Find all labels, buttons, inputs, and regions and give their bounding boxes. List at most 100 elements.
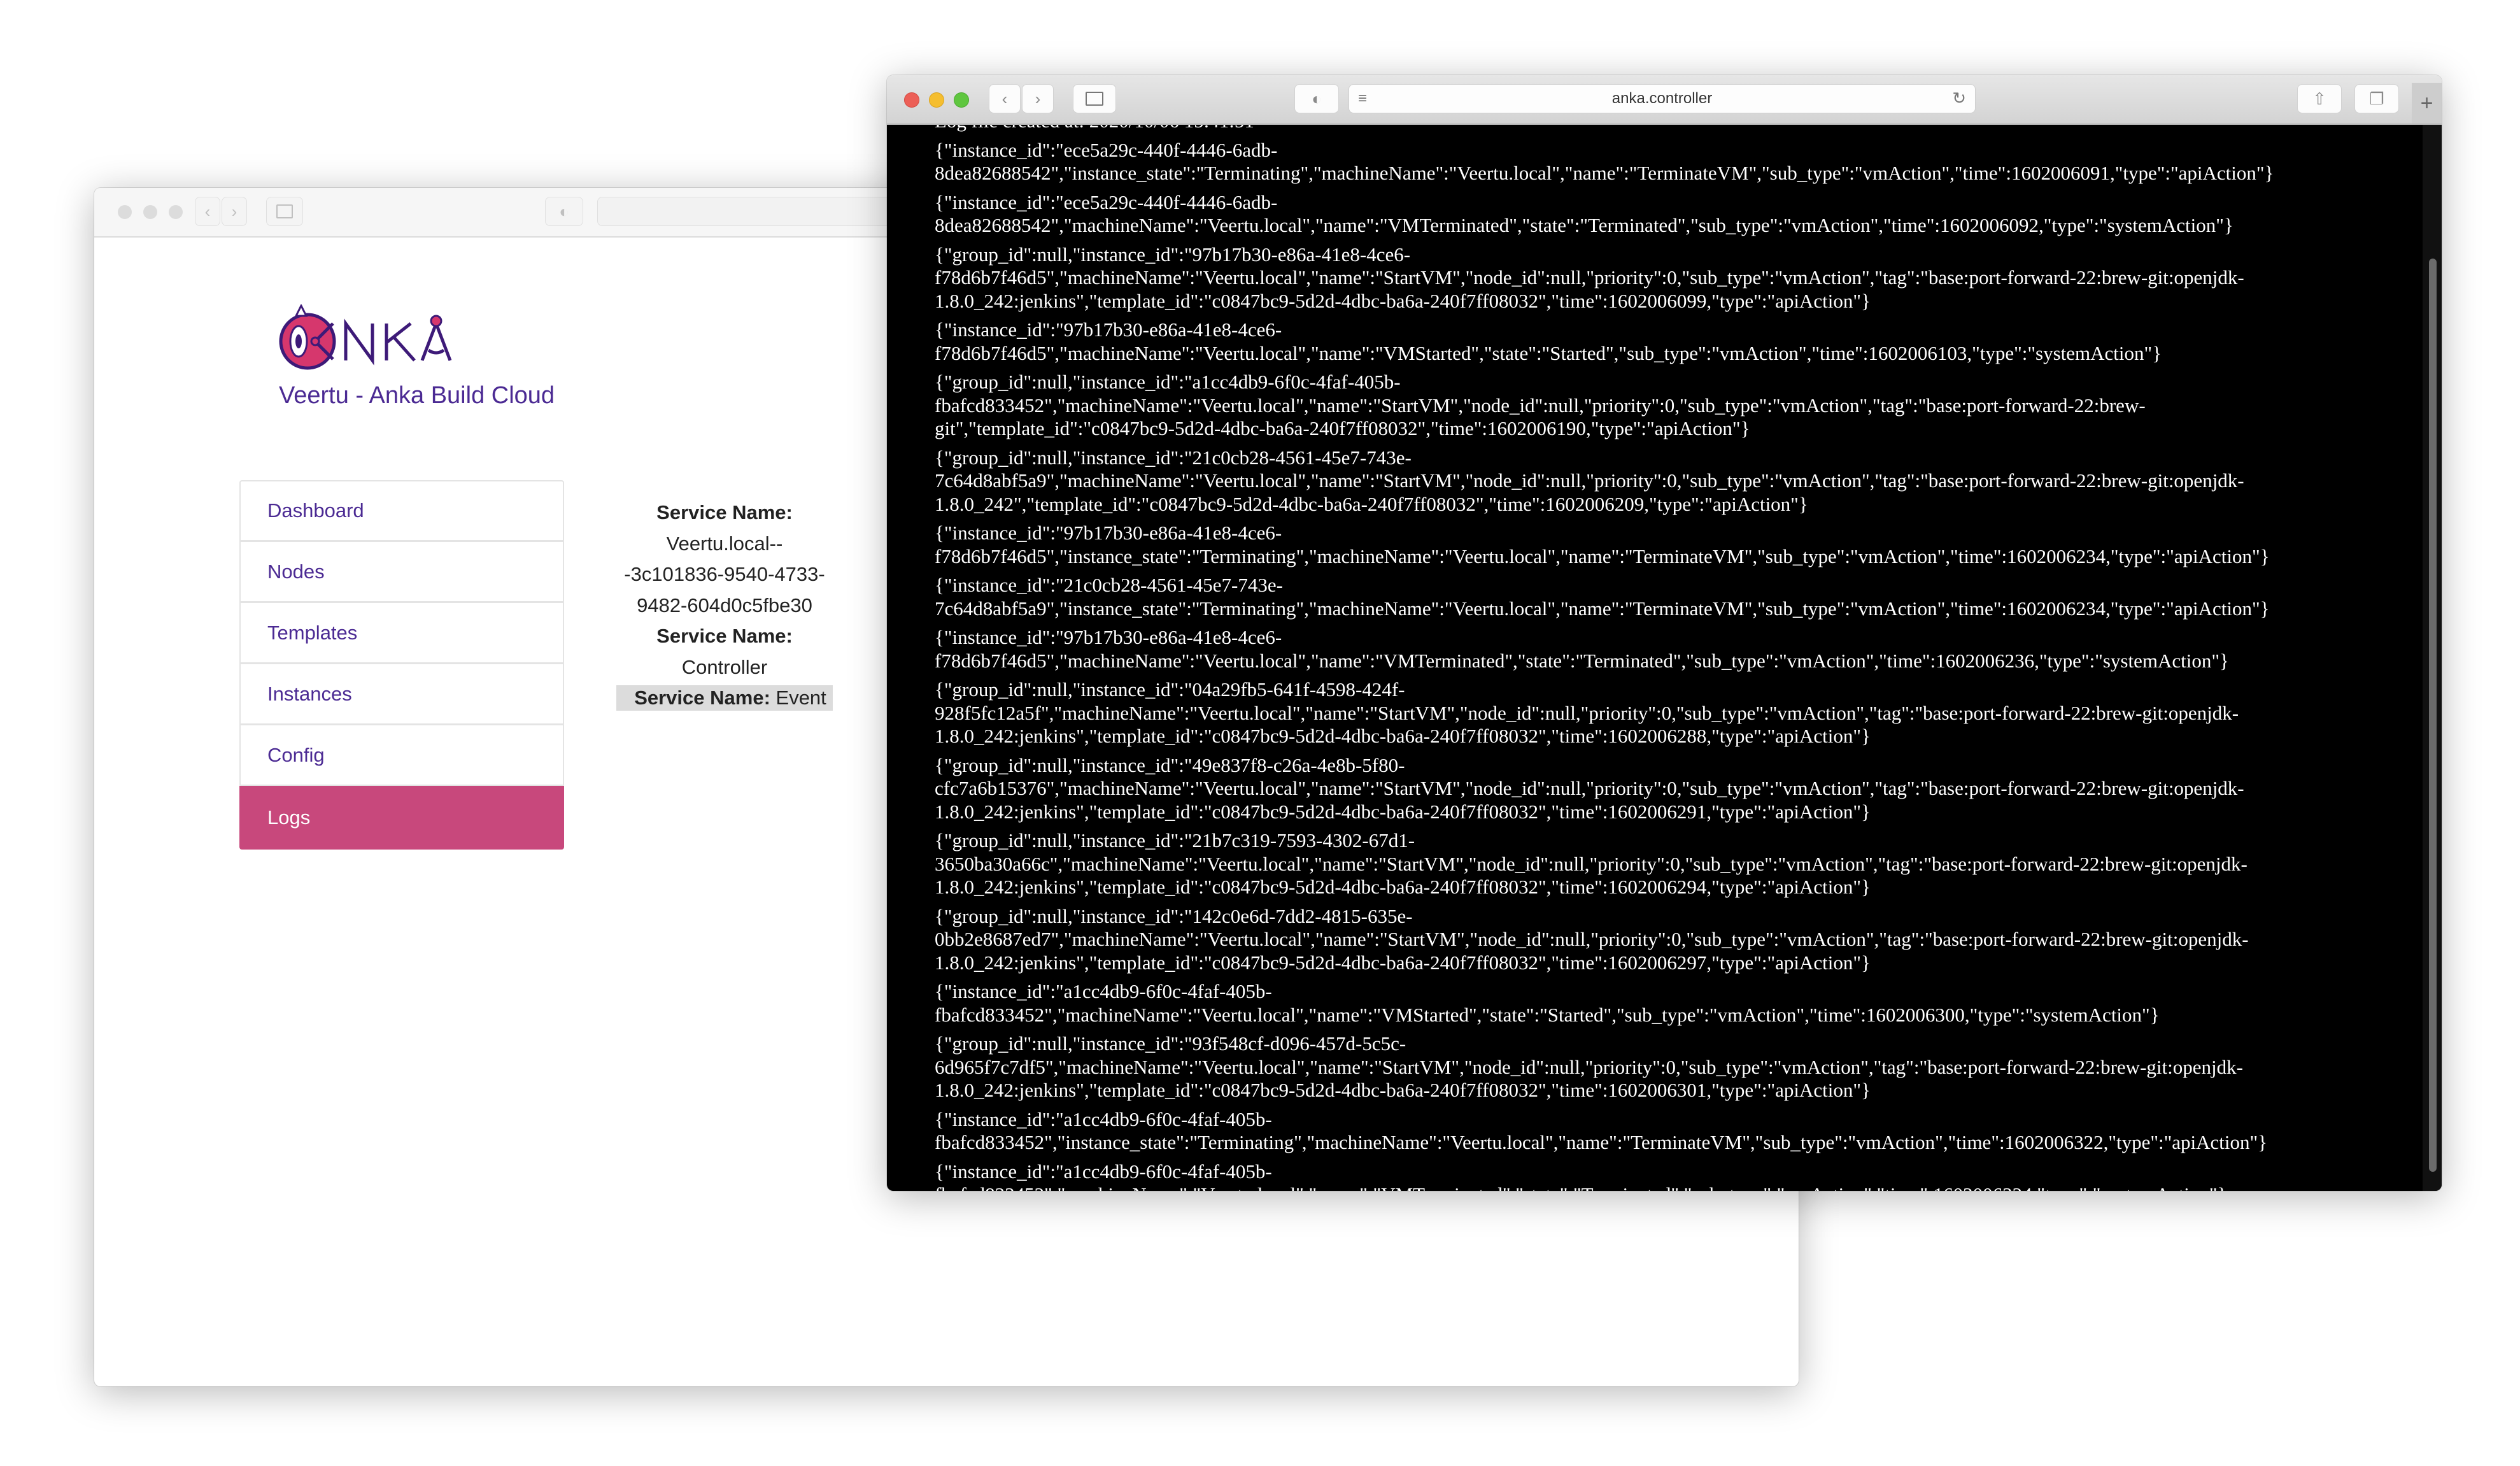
nav-item-dashboard[interactable]: Dashboard (239, 480, 564, 541)
log-line: 8dea82688542","machineName":"Veertu.loca… (935, 214, 2233, 236)
nav-item-instances[interactable]: Instances (239, 664, 564, 725)
log-line: f78d6b7f46d5","machineName":"Veertu.loca… (935, 266, 2244, 288)
share-icon: ⇧ (2312, 89, 2326, 108)
log-entry: {"instance_id":"ece5a29c-440f-4446-6adb-… (935, 139, 2274, 185)
log-line: {"instance_id":"97b17b30-e86a-41e8-4ce6- (935, 318, 1282, 341)
nav-item-nodes[interactable]: Nodes (239, 541, 564, 602)
log-line: 1.8.0_242:jenkins","template_id":"c0847b… (935, 876, 1871, 898)
sidebar-toggle-button[interactable] (266, 197, 303, 226)
service-list: Service Name: Veertu.local-- -3c101836-9… (600, 497, 849, 714)
log-line: 1.8.0_242:jenkins","template_id":"c0847b… (935, 289, 1871, 312)
sidebar-toggle-button[interactable] (1073, 84, 1116, 113)
log-line: {"group_id":null,"instance_id":"97b17b30… (935, 243, 1411, 266)
chevron-left-icon: ‹ (204, 201, 211, 221)
log-line: {"instance_id":"ece5a29c-440f-4446-6adb- (935, 190, 1278, 213)
chevron-right-icon: › (231, 201, 237, 221)
log-entry: {"group_id":null,"instance_id":"93f548cf… (935, 1032, 2274, 1102)
log-line: {"group_id":null,"instance_id":"21b7c319… (935, 829, 1415, 851)
forward-button[interactable]: › (222, 197, 247, 226)
new-tab-button[interactable]: + (2412, 83, 2442, 124)
log-line: fbafcd833452","machineName":"Veertu.loca… (935, 1003, 2160, 1026)
log-line: 1.8.0_242:jenkins","template_id":"c0847b… (935, 725, 1871, 747)
shield-icon: ◐ (559, 201, 569, 221)
log-line: 6d965f7c7df5","machineName":"Veertu.loca… (935, 1055, 2243, 1078)
log-entry: {"instance_id":"a1cc4db9-6f0c-4faf-405b-… (935, 1108, 2274, 1155)
service-value: Veertu.local-- -3c101836-9540-4733- 9482… (624, 532, 825, 616)
scrollbar[interactable] (2423, 125, 2442, 1191)
nav-item-config[interactable]: Config (239, 725, 564, 786)
log-line: {"instance_id":"97b17b30-e86a-41e8-4ce6- (935, 626, 1282, 648)
log-line: {"group_id":null,"instance_id":"142c0e6d… (935, 904, 1413, 927)
service-item[interactable]: Service Name: Veertu.local-- -3c101836-9… (600, 497, 849, 621)
service-label: Service Name: (656, 625, 793, 647)
privacy-report-button[interactable]: ◐ (545, 197, 583, 226)
log-line: f78d6b7f46d5","machineName":"Veertu.loca… (935, 649, 2229, 672)
tabs-overview-button[interactable]: ❐ (2354, 84, 2399, 113)
close-window-button[interactable] (118, 205, 132, 219)
zoom-window-button[interactable] (954, 92, 969, 108)
service-item[interactable]: Service Name: Controller (600, 621, 849, 683)
log-line: 7c64d8abf5a9","machineName":"Veertu.loca… (935, 469, 2244, 492)
log-line: fbafcd833452","machineName":"Veertu.loca… (935, 1183, 2274, 1191)
address-bar[interactable]: ≡ anka.controller ↻ (1348, 84, 1976, 113)
service-item-selected[interactable]: Service Name: Event (616, 685, 833, 711)
log-line: {"group_id":null,"instance_id":"93f548cf… (935, 1032, 1406, 1055)
chevron-left-icon: ‹ (1002, 89, 1008, 108)
log-line: 928f5fc12a5f","machineName":"Veertu.loca… (935, 701, 2239, 724)
log-line: {"group_id":null,"instance_id":"04a29fb5… (935, 678, 1405, 701)
log-entry: {"instance_id":"97b17b30-e86a-41e8-4ce6-… (935, 318, 2274, 365)
log-entry: {"group_id":null,"instance_id":"97b17b30… (935, 243, 2274, 313)
share-button[interactable]: ⇧ (2297, 84, 2342, 113)
back-button[interactable]: ‹ (195, 197, 220, 226)
log-line: fbafcd833452","machineName":"Veertu.loca… (935, 394, 2146, 416)
log-line: 7c64d8abf5a9","instance_state":"Terminat… (935, 597, 2270, 620)
log-line: {"instance_id":"a1cc4db9-6f0c-4faf-405b- (935, 1107, 1272, 1130)
forward-button[interactable]: › (1022, 84, 1054, 113)
log-line: {"group_id":null,"instance_id":"21c0cb28… (935, 446, 1412, 469)
log-line: {"group_id":null,"instance_id":"49e837f8… (935, 753, 1405, 776)
log-line: {"instance_id":"21c0cb28-4561-45e7-743e- (935, 574, 1283, 596)
log-line: 0bb2e8687ed7","machineName":"Veertu.loca… (935, 928, 2249, 950)
shield-icon: ◐ (1312, 89, 1322, 108)
log-line: fbafcd833452","instance_state":"Terminat… (935, 1131, 2268, 1153)
privacy-report-button[interactable]: ◐ (1294, 84, 1339, 113)
tabs-icon: ❐ (2369, 89, 2384, 108)
reload-icon[interactable]: ↻ (1952, 89, 1966, 108)
log-line: cfc7a6b15376","machineName":"Veertu.loca… (935, 777, 2244, 799)
log-line: {"instance_id":"97b17b30-e86a-41e8-4ce6- (935, 522, 1282, 544)
service-value: Controller (681, 655, 768, 678)
log-entry: {"instance_id":"21c0cb28-4561-45e7-743e-… (935, 574, 2274, 620)
log-entry: {"group_id":null,"instance_id":"a1cc4db9… (935, 371, 2274, 441)
log-entry: {"group_id":null,"instance_id":"04a29fb5… (935, 678, 2274, 748)
log-line: 8dea82688542","instance_state":"Terminat… (935, 162, 2274, 184)
close-window-button[interactable] (904, 92, 919, 108)
log-line: 1.8.0_242:jenkins","template_id":"c0847b… (935, 800, 1871, 823)
log-viewer: Log file created at: 2020/10/06 15:41:51… (887, 125, 2442, 1191)
nav-item-templates[interactable]: Templates (239, 602, 564, 664)
scrollbar-thumb[interactable] (2429, 259, 2437, 1172)
log-text: Log file created at: 2020/10/06 15:41:51… (935, 125, 2274, 1191)
log-line: {"instance_id":"a1cc4db9-6f0c-4faf-405b- (935, 1160, 1272, 1183)
log-header: Log file created at: 2020/10/06 15:41:51 (935, 125, 2274, 133)
sidebar-icon (1086, 92, 1103, 106)
sidebar-nav: Dashboard Nodes Templates Instances Conf… (239, 480, 564, 850)
zoom-window-button[interactable] (169, 205, 183, 219)
log-line: f78d6b7f46d5","machineName":"Veertu.loca… (935, 341, 2162, 364)
back-button[interactable]: ‹ (989, 84, 1021, 113)
log-entry: {"group_id":null,"instance_id":"21c0cb28… (935, 446, 2274, 516)
service-label: Service Name: (634, 687, 770, 709)
log-entry: {"group_id":null,"instance_id":"142c0e6d… (935, 905, 2274, 975)
log-line: f78d6b7f46d5","instance_state":"Terminat… (935, 544, 2270, 567)
minimize-window-button[interactable] (929, 92, 944, 108)
anka-logo (279, 304, 452, 370)
nav-item-logs[interactable]: Logs (239, 786, 564, 850)
log-line: 3650ba30a66c","machineName":"Veertu.loca… (935, 852, 2247, 875)
service-value: Event (775, 687, 826, 709)
log-line: {"instance_id":"ece5a29c-440f-4446-6adb- (935, 138, 1278, 161)
browser-toolbar: ‹ › ◐ ≡ anka.controller ↻ ⇧ ❐ + (887, 75, 2442, 125)
log-line: {"group_id":null,"instance_id":"a1cc4db9… (935, 371, 1401, 393)
minimize-window-button[interactable] (143, 205, 157, 219)
log-entry: {"instance_id":"a1cc4db9-6f0c-4faf-405b-… (935, 980, 2274, 1027)
log-line: 1.8.0_242:jenkins","template_id":"c0847b… (935, 1079, 1871, 1101)
log-entry: {"instance_id":"a1cc4db9-6f0c-4faf-405b-… (935, 1160, 2274, 1192)
